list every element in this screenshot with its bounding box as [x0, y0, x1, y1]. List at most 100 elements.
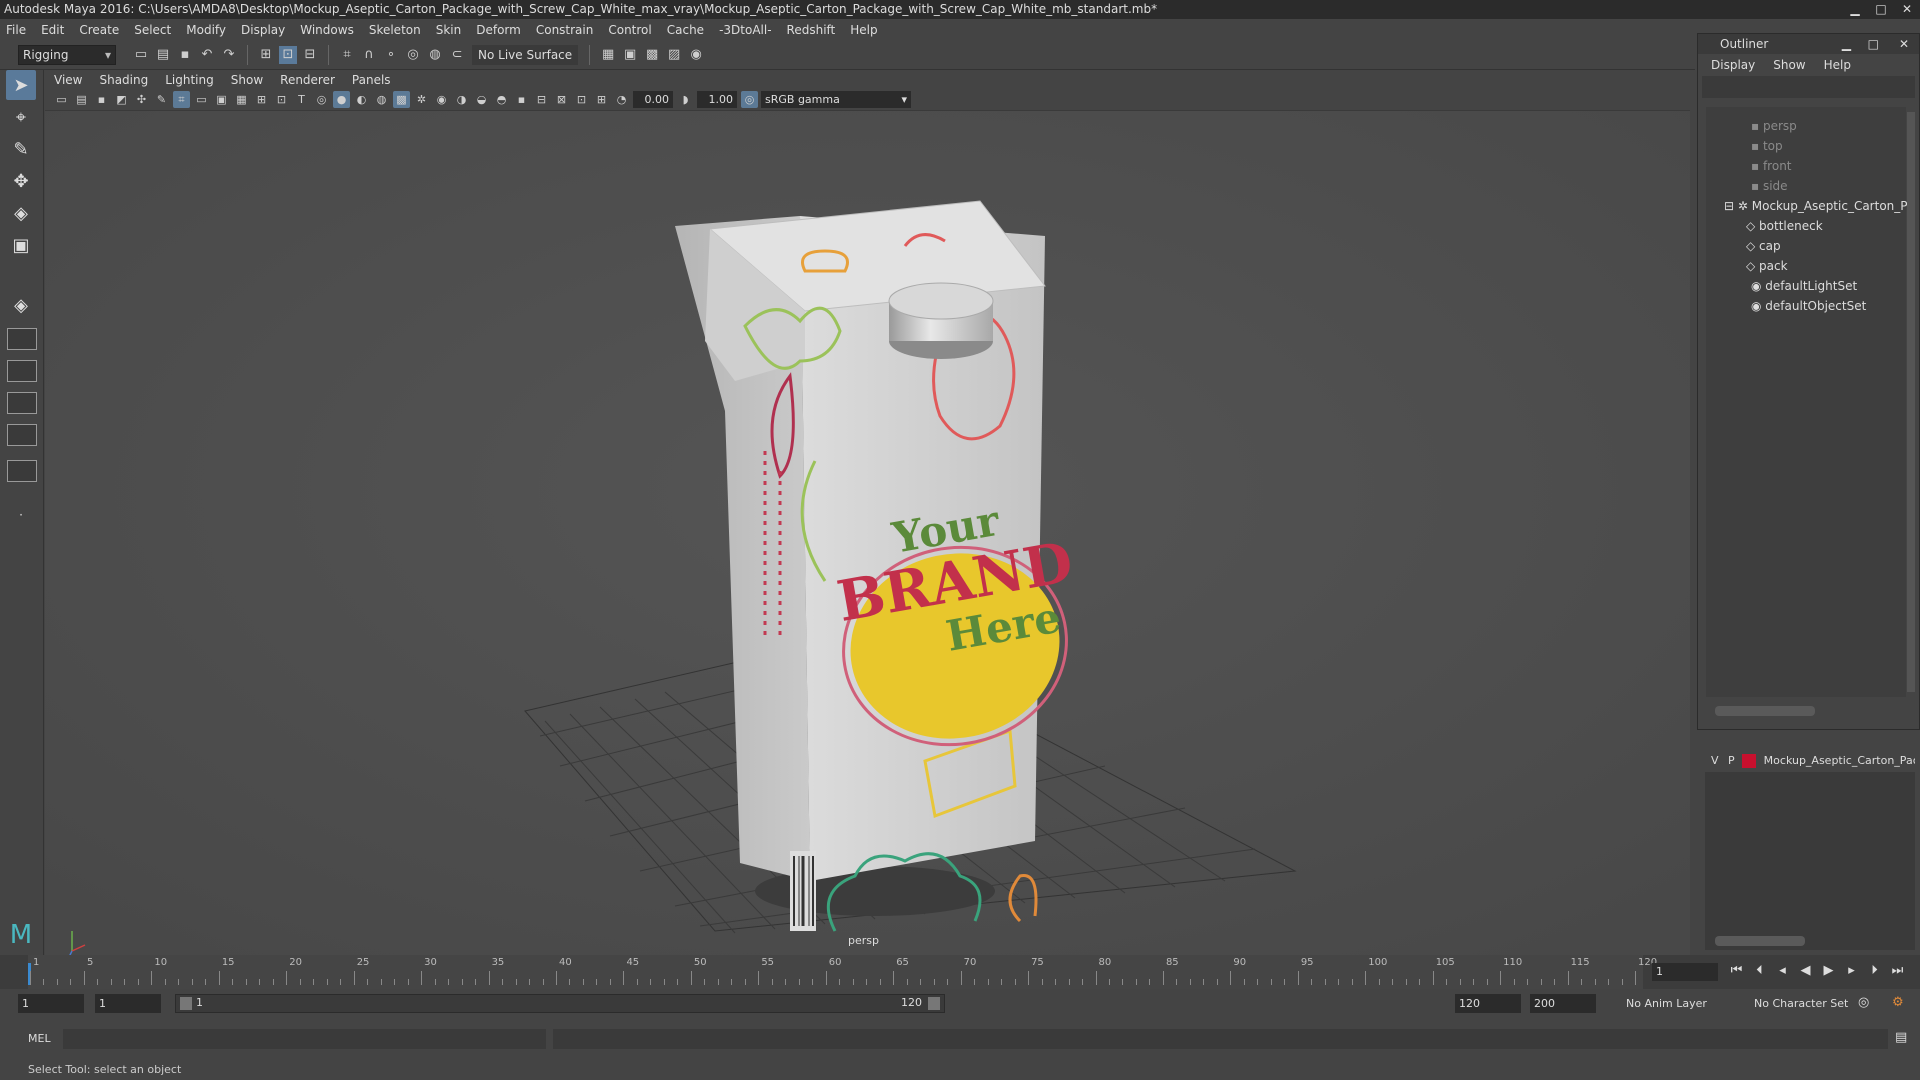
menu-control[interactable]: Control — [608, 23, 651, 37]
outliner-menu-help[interactable]: Help — [1824, 58, 1851, 72]
smooth-shade-icon[interactable]: ● — [333, 91, 350, 108]
wireframe-on-shaded-icon[interactable]: ◍ — [373, 91, 390, 108]
outliner-maximize-icon[interactable]: □ — [1868, 34, 1879, 54]
outliner-close-icon[interactable]: ✕ — [1899, 34, 1909, 54]
gamma-field[interactable]: 1.00 — [697, 91, 737, 108]
new-scene-icon[interactable]: ▭ — [132, 46, 150, 64]
view-transform-dropdown[interactable]: sRGB gamma — [761, 91, 911, 108]
outliner-vertical-scrollbar[interactable] — [1907, 112, 1915, 692]
snap-grid-icon[interactable]: ⌗ — [338, 46, 356, 64]
depth-of-field-icon[interactable]: ▪ — [513, 91, 530, 108]
ipr-render-icon[interactable]: ▩ — [643, 46, 661, 64]
snap-surface-icon[interactable]: ◍ — [426, 46, 444, 64]
bookmark-icon[interactable]: ▪ — [93, 91, 110, 108]
menu-constrain[interactable]: Constrain — [536, 23, 594, 37]
command-language-label[interactable]: MEL — [28, 1032, 51, 1045]
layer-visibility-toggle[interactable]: V — [1711, 754, 1719, 767]
outliner-item-defaultlightset[interactable]: ◉ defaultLightSet — [1751, 277, 1857, 295]
menu-help[interactable]: Help — [850, 23, 877, 37]
paint-select-icon[interactable]: ✎ — [6, 134, 36, 164]
playback-start-field[interactable]: 1 — [95, 994, 161, 1013]
select-object-icon[interactable]: ⊡ — [279, 45, 297, 64]
command-input[interactable] — [63, 1029, 546, 1049]
current-frame-field[interactable]: 1 — [1652, 963, 1718, 981]
live-surface-field[interactable]: No Live Surface — [472, 44, 579, 65]
render-view-icon[interactable]: ▨ — [665, 46, 683, 64]
film-gate-icon[interactable]: ▭ — [193, 91, 210, 108]
range-end-handle[interactable] — [928, 997, 940, 1010]
panel-menu-renderer[interactable]: Renderer — [280, 73, 335, 87]
render-frame-icon[interactable]: ▣ — [621, 46, 639, 64]
step-back-icon[interactable]: ⏴ — [1748, 963, 1771, 978]
motion-blur-icon[interactable]: ◒ — [473, 91, 490, 108]
animation-preferences-icon[interactable]: ⚙ — [1892, 995, 1904, 1010]
xray-icon[interactable]: ⊠ — [553, 91, 570, 108]
anim-layer-dropdown[interactable]: No Anim Layer — [1622, 994, 1740, 1013]
close-icon[interactable]: ✕ — [1894, 0, 1920, 19]
menu-display[interactable]: Display — [241, 23, 285, 37]
select-component-icon[interactable]: ⊟ — [301, 46, 319, 64]
outliner-item-top[interactable]: ▪ top — [1751, 137, 1783, 155]
snap-point-icon[interactable]: ∘ — [382, 46, 400, 64]
textured-icon[interactable]: ▩ — [393, 91, 410, 108]
outliner-menu-show[interactable]: Show — [1773, 58, 1805, 72]
open-scene-icon[interactable]: ▤ — [154, 46, 172, 64]
safe-action-icon[interactable]: ⊡ — [273, 91, 290, 108]
layer-playback-toggle[interactable]: P — [1728, 754, 1735, 767]
outliner-search-field[interactable] — [1702, 76, 1915, 98]
exposure-field[interactable]: 0.00 — [633, 91, 673, 108]
menu-set-dropdown[interactable]: Rigging — [18, 44, 116, 65]
grid-icon[interactable]: ⌗ — [173, 91, 190, 108]
snap-view-icon[interactable]: ◎ — [404, 46, 422, 64]
outliner-item-pack[interactable]: ◇ pack — [1746, 257, 1788, 275]
render-settings-icon[interactable]: ▦ — [599, 46, 617, 64]
menu-create[interactable]: Create — [79, 23, 119, 37]
gate-mask-icon[interactable]: ▦ — [233, 91, 250, 108]
select-tool-icon[interactable]: ➤ — [6, 70, 36, 100]
color-management-icon[interactable]: ◎ — [741, 91, 758, 108]
layout-more-icon[interactable]: · — [6, 500, 36, 530]
layout-side-by-side-icon[interactable] — [7, 360, 37, 382]
layout-hypershade-icon[interactable] — [7, 460, 37, 482]
xray-joints-icon[interactable]: ⊡ — [573, 91, 590, 108]
outliner-horizontal-scrollbar[interactable] — [1715, 706, 1815, 716]
play-backward-icon[interactable]: ◀ — [1794, 963, 1817, 978]
isolate-select-icon[interactable]: ⊟ — [533, 91, 550, 108]
menu-windows[interactable]: Windows — [300, 23, 354, 37]
menu-cache[interactable]: Cache — [667, 23, 704, 37]
panel-menu-shading[interactable]: Shading — [99, 73, 148, 87]
wireframe-icon[interactable]: ◎ — [313, 91, 330, 108]
outliner-item-cap[interactable]: ◇ cap — [1746, 237, 1781, 255]
lasso-tool-icon[interactable]: ⌖ — [6, 102, 36, 132]
outliner-item-bottleneck[interactable]: ◇ bottleneck — [1746, 217, 1823, 235]
single-view-icon[interactable]: ◈ — [6, 290, 36, 320]
outliner-item-mockup-group[interactable]: ⊟ ✲ Mockup_Aseptic_Carton_P — [1724, 197, 1908, 215]
menu-deform[interactable]: Deform — [476, 23, 521, 37]
playback-end-field[interactable]: 120 — [1455, 994, 1521, 1013]
play-forward-icon[interactable]: ▶ — [1817, 963, 1840, 978]
menu-edit[interactable]: Edit — [41, 23, 64, 37]
hypershade-icon[interactable]: ◉ — [687, 46, 705, 64]
menu-file[interactable]: File — [6, 23, 26, 37]
maximize-icon[interactable]: □ — [1868, 0, 1894, 19]
snap-magnet-icon[interactable]: ⊂ — [448, 46, 466, 64]
range-slider[interactable]: 1 120 — [175, 994, 945, 1013]
layout-four-view-icon[interactable] — [7, 328, 37, 350]
animation-start-field[interactable]: 1 — [18, 994, 84, 1013]
menu-skin[interactable]: Skin — [436, 23, 462, 37]
camera-icon[interactable]: ▭ — [53, 91, 70, 108]
go-to-end-icon[interactable]: ⏭ — [1886, 963, 1909, 978]
layout-outliner-persp-icon[interactable] — [7, 392, 37, 414]
2d-pan-icon[interactable]: ✣ — [133, 91, 150, 108]
rotate-tool-icon[interactable]: ◈ — [6, 198, 36, 228]
step-back-key-icon[interactable]: ◂ — [1771, 963, 1794, 978]
menu-modify[interactable]: Modify — [186, 23, 226, 37]
go-to-start-icon[interactable]: ⏮ — [1725, 963, 1748, 978]
menu-skeleton[interactable]: Skeleton — [369, 23, 421, 37]
image-plane-icon[interactable]: ◩ — [113, 91, 130, 108]
undo-icon[interactable]: ↶ — [198, 46, 216, 64]
menu-3dtoall[interactable]: -3DtoAll- — [719, 23, 771, 37]
redo-icon[interactable]: ↷ — [220, 46, 238, 64]
shadows-icon[interactable]: ◉ — [433, 91, 450, 108]
menu-redshift[interactable]: Redshift — [787, 23, 836, 37]
